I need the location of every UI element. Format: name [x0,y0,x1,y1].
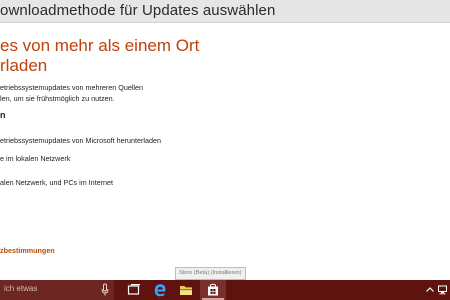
store-icon[interactable] [200,280,226,300]
toggle-state-label[interactable]: n [0,110,6,120]
description: etriebssystemupdates von mehreren Quelle… [0,82,143,104]
search-box[interactable]: ich etwas [0,280,114,300]
file-explorer-icon[interactable] [173,280,199,300]
network-icon[interactable] [438,280,450,300]
store-tooltip: Store (Beta) (Installieren) [175,267,246,280]
option-local-network[interactable]: e im lokalen Netzwerk [0,154,70,163]
heading-line-1: es von mehr als einem Ort [0,36,200,55]
description-line-2: len, um sie frühstmöglich zu nutzen. [0,94,115,103]
heading-line-2: rladen [0,56,48,75]
page-heading: es von mehr als einem Ort rladen [0,36,199,76]
edge-icon[interactable] [147,280,173,300]
microphone-icon[interactable] [100,283,110,297]
taskbar: ich etwas [0,280,450,300]
description-line-1: etriebssystemupdates von mehreren Quelle… [0,83,144,92]
chevron-up-icon[interactable] [424,280,436,300]
privacy-statement-link[interactable]: zbestimmungen [0,246,55,255]
task-view-icon[interactable] [121,280,147,300]
search-placeholder: ich etwas [4,284,38,293]
window-title: ownloadmethode für Updates auswählen [0,2,276,19]
settings-page: es von mehr als einem Ort rladen etriebs… [0,22,450,280]
window-titlebar: ownloadmethode für Updates auswählen [0,0,450,23]
option-local-and-internet[interactable]: alen Netzwerk, und PCs im Internet [0,178,113,187]
option-microsoft-only[interactable]: etriebssystemupdates von Microsoft herun… [0,136,161,145]
